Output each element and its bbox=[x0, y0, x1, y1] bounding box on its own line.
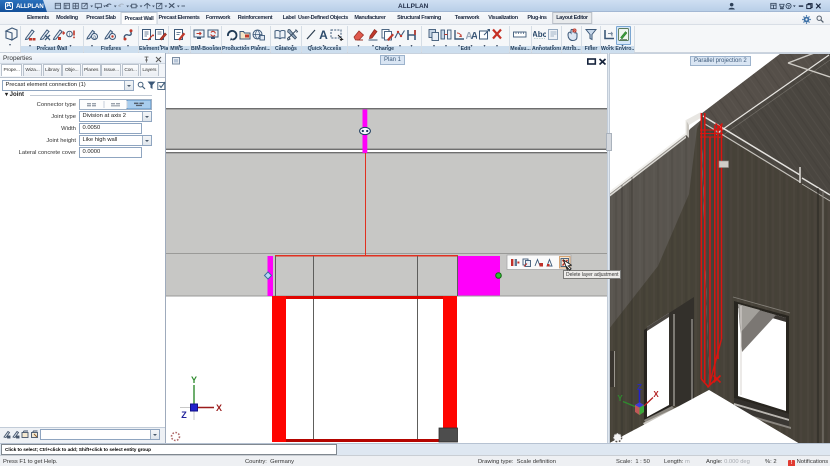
svg-text:i: i bbox=[69, 32, 70, 38]
svg-text:Z: Z bbox=[181, 410, 187, 420]
svg-text:X: X bbox=[216, 403, 222, 413]
svg-text:Z: Z bbox=[637, 383, 642, 392]
svg-text:Abc: Abc bbox=[533, 30, 546, 39]
svg-text:A: A bbox=[319, 28, 328, 41]
svg-text:a: a bbox=[93, 35, 96, 41]
svg-text:?: ? bbox=[787, 3, 790, 9]
svg-text:Y: Y bbox=[191, 375, 197, 385]
svg-text:A: A bbox=[471, 31, 477, 41]
svg-text:Y: Y bbox=[617, 394, 623, 403]
svg-text:X: X bbox=[653, 390, 659, 399]
